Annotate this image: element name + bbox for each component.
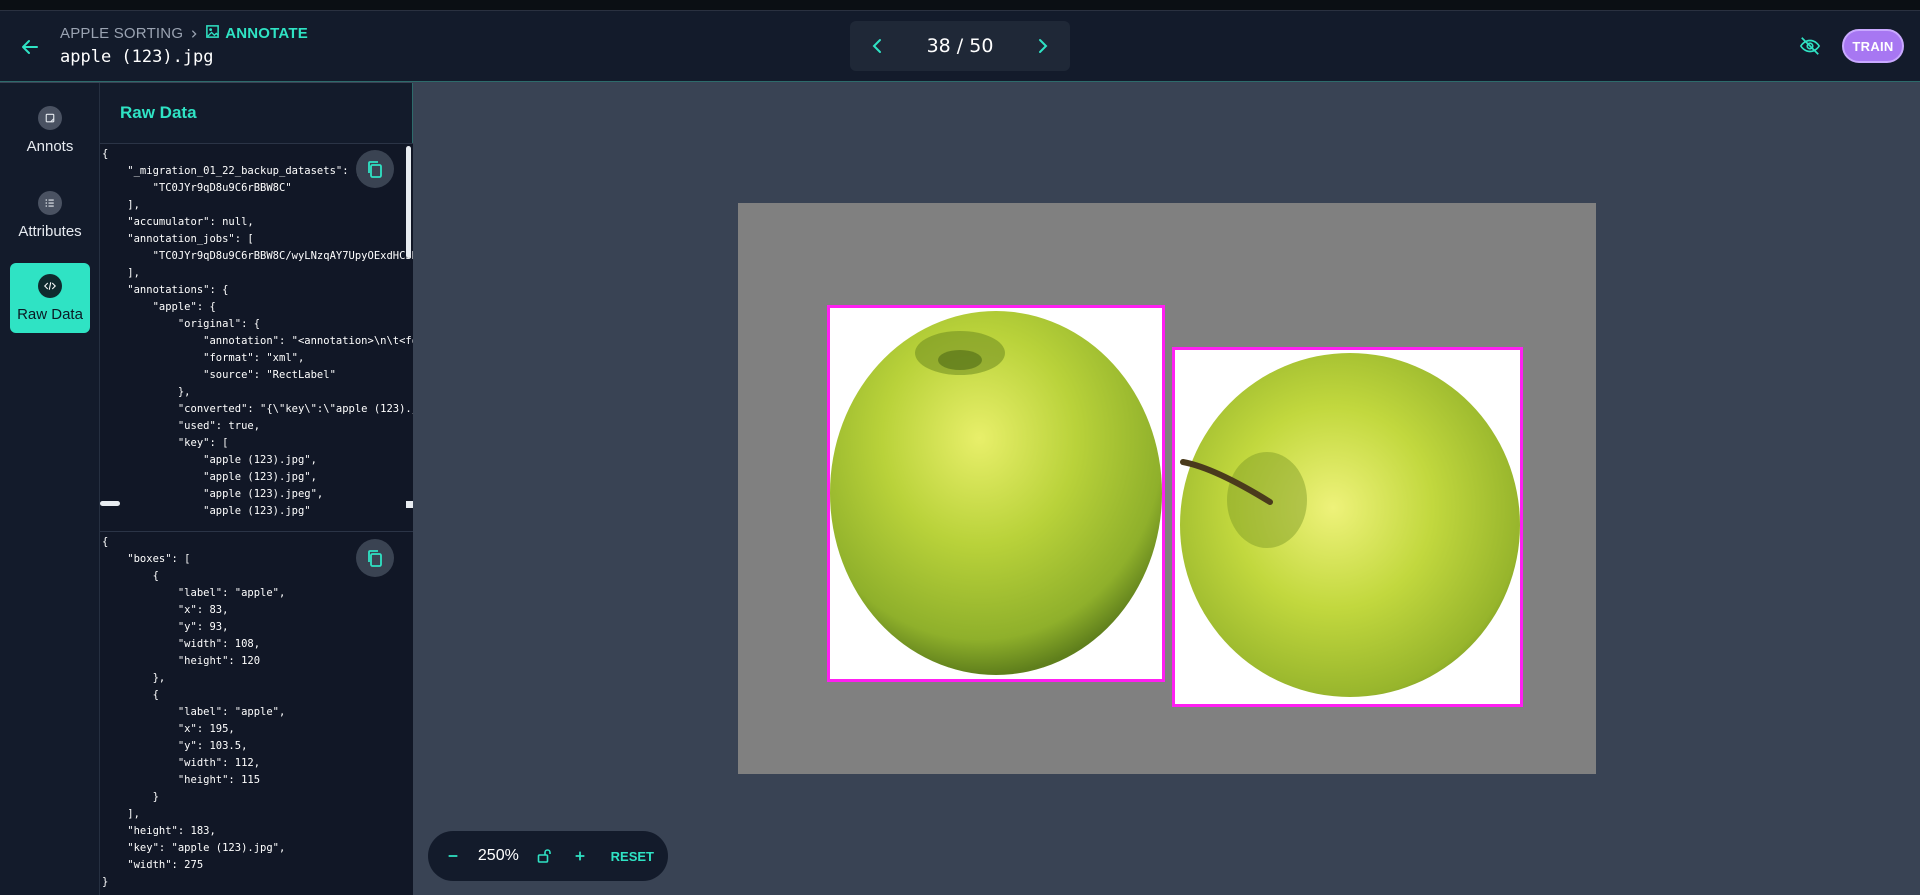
back-arrow-icon[interactable] <box>18 35 42 59</box>
copy-raw-json-button[interactable] <box>356 150 394 188</box>
rail-item-attributes[interactable]: Attributes <box>10 180 90 250</box>
rail-item-label: Attributes <box>18 222 82 240</box>
bounding-box-apple[interactable] <box>1172 347 1523 707</box>
file-title: apple (123).jpg <box>60 47 214 67</box>
reset-zoom-button[interactable]: RESET <box>611 849 654 864</box>
app-header: APPLE SORTING ANNOTATE apple (123).jpg 3… <box>0 11 1920 82</box>
scrollbar-corner <box>406 501 413 508</box>
code-icon <box>38 273 62 298</box>
annotate-icon <box>205 24 220 43</box>
rail-item-annots[interactable]: Annots <box>10 95 90 165</box>
copy-icon <box>368 161 382 178</box>
raw-data-panel: Raw Data { "_migration_01_22_backup_data… <box>100 83 413 895</box>
raw-json-horizontal-scrollbar[interactable] <box>100 501 120 506</box>
list-icon <box>38 190 62 215</box>
next-image-icon[interactable] <box>1032 36 1052 56</box>
breadcrumb: APPLE SORTING ANNOTATE <box>60 24 308 43</box>
lock-open-icon[interactable] <box>533 845 555 867</box>
copy-converted-json-button[interactable] <box>356 539 394 577</box>
window-top-strip <box>0 0 1920 11</box>
breadcrumb-current-label: ANNOTATE <box>225 25 308 42</box>
zoom-control: 250% RESET <box>428 831 668 881</box>
zoom-out-minus-icon[interactable] <box>442 845 464 867</box>
zoom-in-plus-icon[interactable] <box>569 845 591 867</box>
image-pager: 38 / 50 <box>850 21 1070 71</box>
apple-image <box>1180 353 1520 697</box>
hide-annotations-eye-off-icon[interactable] <box>1799 35 1823 59</box>
raw-json-vertical-scrollbar[interactable] <box>406 146 411 258</box>
breadcrumb-project[interactable]: APPLE SORTING <box>60 25 183 42</box>
rail-item-label: Raw Data <box>17 305 83 323</box>
apple-image <box>830 311 1162 675</box>
annotation-canvas[interactable] <box>414 83 1920 895</box>
raw-json-text: { "_migration_01_22_backup_datasets": [ … <box>102 148 413 517</box>
rail-item-label: Annots <box>26 137 74 155</box>
previous-image-icon[interactable] <box>868 36 888 56</box>
converted-json-text: { "boxes": [ { "label": "apple", "x": 83… <box>102 536 286 888</box>
image-frame <box>738 203 1596 774</box>
bounding-box-apple[interactable] <box>827 305 1165 682</box>
rail-item-raw-data[interactable]: Raw Data <box>10 263 90 333</box>
copy-icon <box>368 550 382 567</box>
breadcrumb-current: ANNOTATE <box>205 24 308 43</box>
left-rail: Annots Attributes Raw Data <box>0 83 100 895</box>
panel-title: Raw Data <box>120 103 197 122</box>
note-icon <box>38 105 62 130</box>
raw-json-viewer[interactable]: { "_migration_01_22_backup_datasets": [ … <box>100 143 413 593</box>
chevron-right-icon <box>189 26 199 42</box>
train-button[interactable]: TRAIN <box>1842 29 1904 63</box>
pager-count: 38 / 50 <box>926 35 994 57</box>
zoom-level: 250% <box>477 847 519 864</box>
converted-json-viewer[interactable]: { "boxes": [ { "label": "apple", "x": 83… <box>100 531 413 895</box>
